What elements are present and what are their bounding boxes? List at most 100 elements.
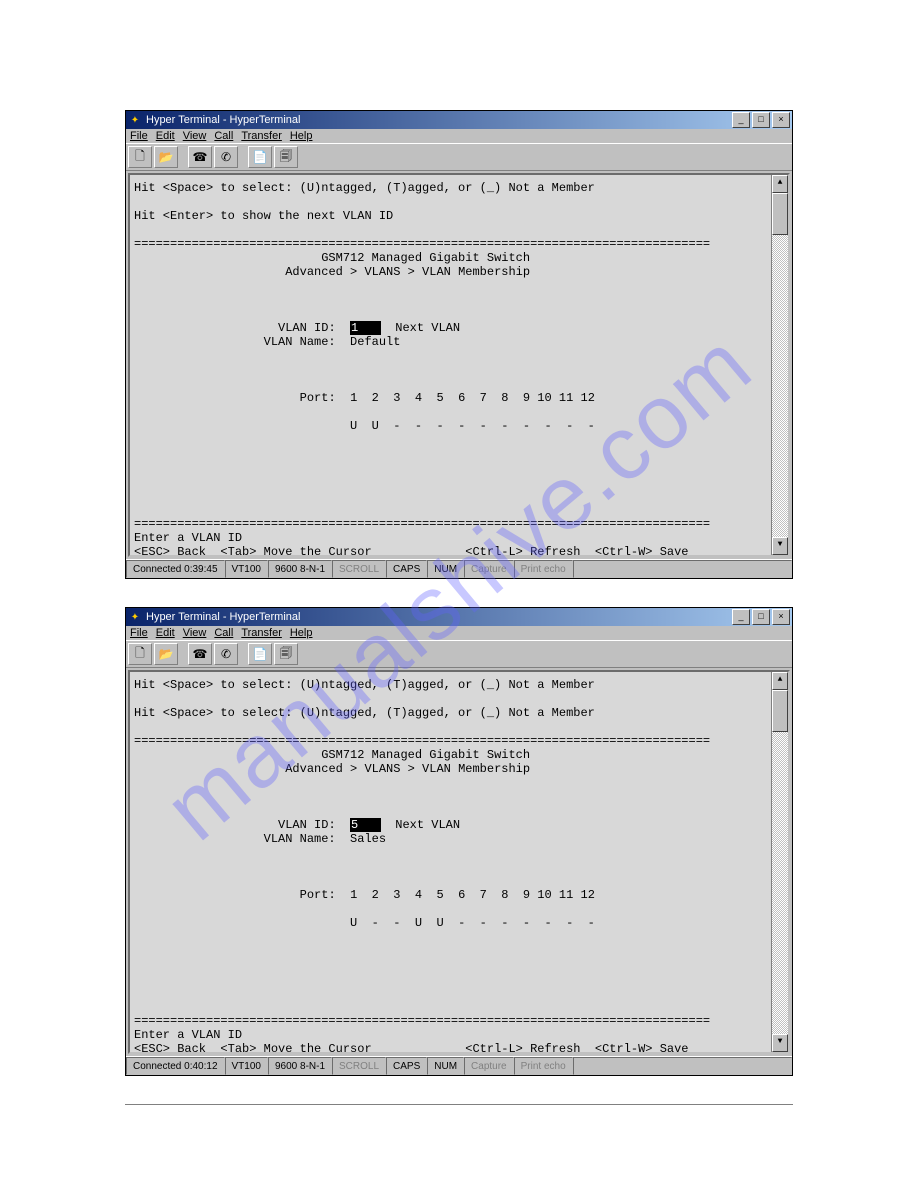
port-numbers: 1 2 3 4 5 6 7 8 9 10 11 12	[350, 391, 595, 405]
status-caps: CAPS	[386, 1057, 427, 1075]
status-scroll: SCROLL	[332, 1057, 386, 1075]
status-printecho: Print echo	[514, 1057, 573, 1075]
open-icon[interactable]: 📂	[154, 643, 178, 665]
menu-view[interactable]: View	[183, 627, 207, 639]
open-icon[interactable]: 📂	[154, 146, 178, 168]
disconnect-icon[interactable]: ✆	[214, 146, 238, 168]
breadcrumb: Advanced > VLANS > VLAN Membership	[285, 762, 530, 776]
footer-right: <Ctrl-L> Refresh <Ctrl-W> Save	[465, 545, 688, 557]
vlan-id-label: VLAN ID:	[278, 321, 336, 335]
vlan-id-field[interactable]: 5	[350, 818, 381, 832]
scroll-thumb[interactable]	[772, 193, 788, 235]
app-icon: ✦	[128, 113, 142, 127]
status-emulation: VT100	[225, 1057, 268, 1075]
connect-icon[interactable]: ☎	[188, 643, 212, 665]
close-button[interactable]: ×	[772, 609, 790, 625]
status-emulation: VT100	[225, 560, 268, 578]
menu-call[interactable]: Call	[214, 130, 233, 142]
maximize-button[interactable]: □	[752, 112, 770, 128]
scroll-thumb[interactable]	[772, 690, 788, 732]
connect-icon[interactable]: ☎	[188, 146, 212, 168]
menubar: File Edit View Call Transfer Help	[126, 129, 792, 143]
close-button[interactable]: ×	[772, 112, 790, 128]
window-title: Hyper Terminal - HyperTerminal	[146, 114, 732, 126]
menu-help[interactable]: Help	[290, 627, 313, 639]
menu-call[interactable]: Call	[214, 627, 233, 639]
vertical-scrollbar[interactable]: ▲ ▼	[771, 672, 788, 1052]
page-footer-rule	[125, 1104, 793, 1105]
status-port: 9600 8-N-1	[268, 560, 332, 578]
titlebar[interactable]: ✦ Hyper Terminal - HyperTerminal _ □ ×	[126, 111, 792, 129]
menu-transfer[interactable]: Transfer	[241, 130, 282, 142]
menu-edit[interactable]: Edit	[156, 130, 175, 142]
status-caps: CAPS	[386, 560, 427, 578]
terminal-output[interactable]: Hit <Space> to select: (U)ntagged, (T)ag…	[128, 173, 790, 557]
vlan-name-label: VLAN Name:	[264, 832, 336, 846]
hint-line-1: Hit <Space> to select: (U)ntagged, (T)ag…	[134, 181, 595, 195]
menubar: File Edit View Call Transfer Help	[126, 626, 792, 640]
terminal-output[interactable]: Hit <Space> to select: (U)ntagged, (T)ag…	[128, 670, 790, 1054]
menu-help[interactable]: Help	[290, 130, 313, 142]
properties-icon[interactable]: 🗐	[274, 146, 298, 168]
vlan-id-label: VLAN ID:	[278, 818, 336, 832]
status-printecho: Print echo	[514, 560, 573, 578]
send-icon[interactable]: 📄	[248, 146, 272, 168]
new-icon[interactable]: 🗋	[128, 146, 152, 168]
titlebar[interactable]: ✦ Hyper Terminal - HyperTerminal _ □ ×	[126, 608, 792, 626]
status-capture: Capture	[464, 560, 514, 578]
statusbar: Connected 0:39:45 VT100 9600 8-N-1 SCROL…	[126, 559, 792, 578]
status-scroll: SCROLL	[332, 560, 386, 578]
hint-line-1: Hit <Space> to select: (U)ntagged, (T)ag…	[134, 678, 595, 692]
menu-view[interactable]: View	[183, 130, 207, 142]
new-icon[interactable]: 🗋	[128, 643, 152, 665]
properties-icon[interactable]: 🗐	[274, 643, 298, 665]
port-values[interactable]: U U - - - - - - - - - -	[350, 419, 595, 433]
port-numbers: 1 2 3 4 5 6 7 8 9 10 11 12	[350, 888, 595, 902]
vlan-name-label: VLAN Name:	[264, 335, 336, 349]
status-num: NUM	[427, 1057, 464, 1075]
footer-left: <ESC> Back <Tab> Move the Cursor	[134, 545, 372, 557]
scroll-up-icon[interactable]: ▲	[772, 672, 788, 690]
window-title: Hyper Terminal - HyperTerminal	[146, 611, 732, 623]
hyperterminal-window-0: ✦ Hyper Terminal - HyperTerminal _ □ × F…	[125, 110, 793, 579]
vertical-scrollbar[interactable]: ▲ ▼	[771, 175, 788, 555]
disconnect-icon[interactable]: ✆	[214, 643, 238, 665]
menu-file[interactable]: File	[130, 627, 148, 639]
scroll-up-icon[interactable]: ▲	[772, 175, 788, 193]
footer-prompt: Enter a VLAN ID	[134, 1028, 242, 1042]
minimize-button[interactable]: _	[732, 609, 750, 625]
status-port: 9600 8-N-1	[268, 1057, 332, 1075]
maximize-button[interactable]: □	[752, 609, 770, 625]
device-header: GSM712 Managed Gigabit Switch	[321, 251, 530, 265]
scroll-track[interactable]	[772, 193, 788, 537]
menu-transfer[interactable]: Transfer	[241, 627, 282, 639]
menu-edit[interactable]: Edit	[156, 627, 175, 639]
status-connected: Connected 0:39:45	[126, 560, 225, 578]
app-icon: ✦	[128, 610, 142, 624]
menu-file[interactable]: File	[130, 130, 148, 142]
toolbar: 🗋 📂 ☎ ✆ 📄 🗐	[126, 640, 792, 668]
port-label: Port:	[300, 391, 336, 405]
vlan-name-value: Sales	[350, 832, 386, 846]
vlan-name-value: Default	[350, 335, 400, 349]
toolbar: 🗋 📂 ☎ ✆ 📄 🗐	[126, 143, 792, 171]
next-vlan-label: Next VLAN	[395, 321, 460, 335]
scroll-down-icon[interactable]: ▼	[772, 1034, 788, 1052]
minimize-button[interactable]: _	[732, 112, 750, 128]
footer-prompt: Enter a VLAN ID	[134, 531, 242, 545]
scroll-down-icon[interactable]: ▼	[772, 537, 788, 555]
footer-left: <ESC> Back <Tab> Move the Cursor	[134, 1042, 372, 1054]
footer-right: <Ctrl-L> Refresh <Ctrl-W> Save	[465, 1042, 688, 1054]
device-header: GSM712 Managed Gigabit Switch	[321, 748, 530, 762]
hint-line-2: Hit <Space> to select: (U)ntagged, (T)ag…	[134, 706, 595, 720]
statusbar: Connected 0:40:12 VT100 9600 8-N-1 SCROL…	[126, 1056, 792, 1075]
breadcrumb: Advanced > VLANS > VLAN Membership	[285, 265, 530, 279]
hyperterminal-window-1: ✦ Hyper Terminal - HyperTerminal _ □ × F…	[125, 607, 793, 1076]
send-icon[interactable]: 📄	[248, 643, 272, 665]
vlan-id-field[interactable]: 1	[350, 321, 381, 335]
status-connected: Connected 0:40:12	[126, 1057, 225, 1075]
scroll-track[interactable]	[772, 690, 788, 1034]
port-values[interactable]: U - - U U - - - - - - -	[350, 916, 595, 930]
status-num: NUM	[427, 560, 464, 578]
status-capture: Capture	[464, 1057, 514, 1075]
